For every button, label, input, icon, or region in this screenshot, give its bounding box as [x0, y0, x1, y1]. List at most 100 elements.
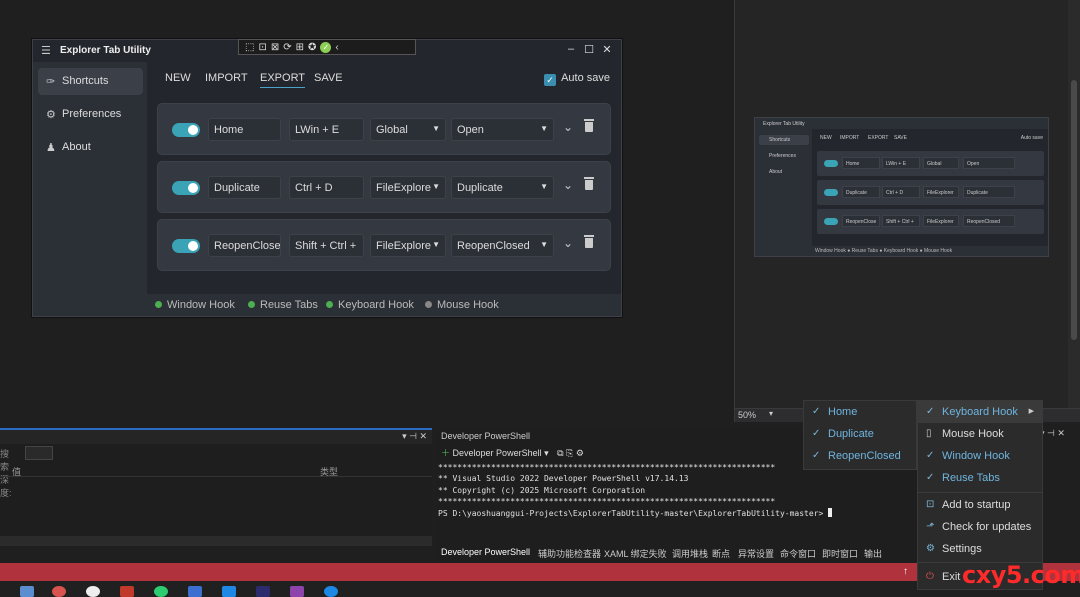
- zoom-level[interactable]: 50%: [738, 410, 756, 420]
- enable-toggle[interactable]: [172, 181, 200, 195]
- visual-studio-icon[interactable]: [290, 586, 304, 597]
- zoom-dropdown-icon[interactable]: ▾: [769, 409, 773, 418]
- enable-toggle[interactable]: [172, 239, 200, 253]
- tab-breakpoints[interactable]: 断点: [712, 547, 730, 560]
- menu-item-check-for-updates[interactable]: ⬏ Check for updates: [918, 516, 1042, 538]
- collapse-icon[interactable]: ‹: [335, 42, 338, 53]
- maximize-icon[interactable]: ☐: [582, 43, 596, 56]
- preview-scope: Global: [923, 157, 959, 169]
- autosave-checkbox[interactable]: ✓ Auto save: [544, 72, 610, 86]
- app-icon[interactable]: [222, 586, 236, 597]
- mail-icon[interactable]: [188, 586, 202, 597]
- action-select[interactable]: Open ▼: [451, 118, 554, 141]
- delete-trash-icon[interactable]: [584, 177, 594, 190]
- tab-xaml-binding-failures[interactable]: XAML 绑定失败: [604, 547, 667, 560]
- accessibility-icon[interactable]: ✪: [308, 42, 316, 53]
- app-icon[interactable]: [324, 586, 338, 597]
- tab-call-stack[interactable]: 调用堆栈: [672, 547, 708, 560]
- notification-arrow-icon[interactable]: ↑: [903, 566, 908, 577]
- chrome-icon[interactable]: [52, 586, 66, 597]
- tab-command-window[interactable]: 命令窗口: [780, 547, 816, 560]
- sidebar-item-shortcuts[interactable]: ✑ Shortcuts: [38, 68, 143, 95]
- tab-output[interactable]: 输出: [864, 547, 882, 560]
- menu-item-reopenclosed[interactable]: ✓ ReopenClosed: [804, 445, 916, 467]
- tab-import[interactable]: IMPORT: [205, 72, 248, 84]
- preview-action: Open: [963, 157, 1015, 169]
- terminal-output[interactable]: ****************************************…: [438, 462, 833, 519]
- check-icon[interactable]: ✓: [320, 41, 332, 53]
- designer-scrollbar[interactable]: [1068, 0, 1080, 408]
- hotkey-input[interactable]: Shift + Ctrl +: [289, 234, 364, 257]
- check-icon: ✓: [812, 428, 821, 439]
- scope-select[interactable]: FileExplore ▼: [370, 176, 446, 199]
- tab-immediate-window[interactable]: 即时窗口: [822, 547, 858, 560]
- hamburger-menu-icon[interactable]: ☰: [41, 44, 51, 57]
- menu-item-label: Exit: [942, 571, 961, 583]
- main-content: NEW IMPORT EXPORT SAVE ✓ Auto save Home L…: [147, 62, 621, 296]
- expand-chevron-icon[interactable]: ⌄: [563, 120, 573, 134]
- expand-chevron-icon[interactable]: ⌄: [563, 236, 573, 250]
- horizontal-scrollbar[interactable]: [0, 536, 432, 546]
- new-terminal-icon[interactable]: ＋: [441, 448, 450, 458]
- panel-controls[interactable]: ▾ ⊣ ✕: [402, 431, 427, 442]
- delete-trash-icon[interactable]: [584, 119, 594, 132]
- paste-icon[interactable]: ⎘: [566, 448, 573, 458]
- tab-accessibility-checker[interactable]: 辅助功能检查器: [538, 547, 601, 560]
- terminal-line: ** Visual Studio 2022 Developer PowerShe…: [438, 474, 689, 484]
- menu-item-settings[interactable]: ⚙ Settings: [918, 538, 1042, 560]
- terminal-profile-select[interactable]: Developer PowerShell: [453, 448, 542, 458]
- tab-export[interactable]: EXPORT: [260, 72, 306, 88]
- menu-item-keyboard-hook[interactable]: ✓ Keyboard Hook ▶: [918, 401, 1042, 423]
- action-select[interactable]: ReopenClosed ▼: [451, 234, 554, 257]
- menu-item-add-to-startup[interactable]: ⊡ Add to startup: [918, 494, 1042, 516]
- track-focus-icon[interactable]: ⊠: [271, 42, 279, 53]
- menu-item-mouse-hook[interactable]: ▯ Mouse Hook: [918, 423, 1042, 445]
- scope-select[interactable]: FileExplore ▼: [370, 234, 446, 257]
- tab-new[interactable]: NEW: [165, 72, 191, 84]
- column-value[interactable]: 值: [12, 465, 21, 478]
- panel-controls[interactable]: ▾ ⊣ ✕: [1040, 428, 1080, 444]
- preview-tab-import: IMPORT: [840, 135, 860, 141]
- enable-toggle[interactable]: [172, 123, 200, 137]
- shortcut-name-input[interactable]: Home: [208, 118, 281, 141]
- app-icon[interactable]: [20, 586, 34, 597]
- menu-item-label: Reuse Tabs: [942, 472, 1000, 484]
- menu-item-window-hook[interactable]: ✓ Window Hook: [918, 445, 1042, 467]
- close-icon[interactable]: ✕: [600, 43, 614, 56]
- menu-item-duplicate[interactable]: ✓ Duplicate: [804, 423, 916, 445]
- sidebar-item-about[interactable]: ♟ About: [38, 134, 143, 161]
- wps-icon[interactable]: [120, 586, 134, 597]
- status-label: Mouse Hook: [437, 299, 499, 311]
- menu-item-reuse-tabs[interactable]: ✓ Reuse Tabs: [918, 467, 1042, 489]
- chevron-down-icon[interactable]: ▾: [544, 448, 549, 458]
- column-type[interactable]: 类型: [320, 465, 338, 478]
- wechat-icon[interactable]: [154, 586, 168, 597]
- app-icon[interactable]: [256, 586, 270, 597]
- copy-icon[interactable]: ⧉: [557, 448, 563, 458]
- hotkey-input[interactable]: LWin + E: [289, 118, 364, 141]
- search-depth-select[interactable]: [25, 446, 53, 460]
- shortcut-name-input[interactable]: ReopenClose: [208, 234, 281, 257]
- menu-item-home[interactable]: ✓ Home: [804, 401, 916, 423]
- sidebar-item-preferences[interactable]: ⚙ Preferences: [38, 101, 143, 128]
- action-select[interactable]: Duplicate ▼: [451, 176, 554, 199]
- delete-trash-icon[interactable]: [584, 235, 594, 248]
- expand-chevron-icon[interactable]: ⌄: [563, 178, 573, 192]
- binding-icon[interactable]: ⊞: [296, 42, 304, 53]
- select-element-icon[interactable]: ⬚: [245, 42, 254, 53]
- shortcut-name-input[interactable]: Duplicate: [208, 176, 281, 199]
- panda-icon[interactable]: [86, 586, 100, 597]
- hotkey-input[interactable]: Ctrl + D: [289, 176, 364, 199]
- tab-exception-settings[interactable]: 异常设置: [738, 547, 774, 560]
- status-label: Reuse Tabs: [260, 299, 318, 311]
- settings-gear-icon[interactable]: ⚙: [576, 448, 584, 458]
- tab-developer-powershell[interactable]: Developer PowerShell: [441, 547, 530, 557]
- display-layout-icon[interactable]: ⊡: [258, 42, 266, 53]
- scope-select[interactable]: Global ▼: [370, 118, 446, 141]
- preview-name: Home: [842, 157, 880, 169]
- hot-reload-icon[interactable]: ⟳: [283, 42, 291, 53]
- preview-action: Duplicate: [963, 186, 1015, 198]
- minimize-icon[interactable]: –: [564, 43, 578, 55]
- scroll-thumb[interactable]: [1071, 80, 1077, 340]
- tab-save[interactable]: SAVE: [314, 72, 343, 84]
